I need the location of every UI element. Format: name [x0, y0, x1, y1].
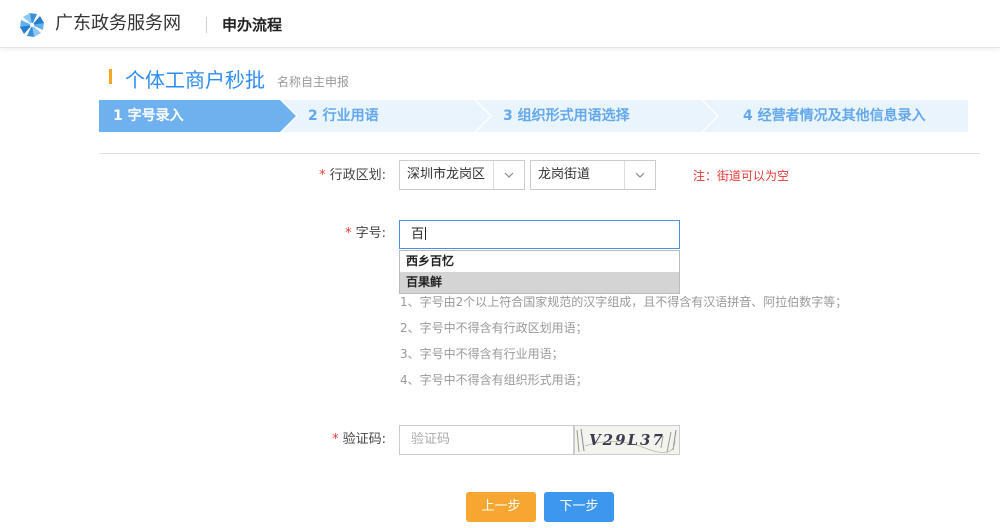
captcha-image[interactable]: V29L37: [574, 425, 680, 455]
rule-text: 3、字号中不得含有行业用语；: [400, 347, 564, 361]
pinwheel-logo-icon[interactable]: [18, 11, 46, 39]
district-select[interactable]: 深圳市龙岗区: [399, 160, 525, 190]
captcha-input[interactable]: 验证码: [399, 425, 574, 455]
header-section-title: 申办流程: [222, 16, 283, 34]
step-1-label: 1 字号录入: [113, 108, 184, 124]
captcha-label-text: 验证码:: [342, 432, 386, 447]
trade-name-label: * 字号:: [345, 226, 386, 242]
step-progress-bar: 1 字号录入 2 行业用语 3 组织形式用语选择 4 经营者情况及其他信息录入: [99, 100, 968, 132]
trade-name-label-text: 字号:: [355, 226, 386, 241]
trade-name-value: 百: [411, 227, 425, 242]
street-value: 龙岗街道: [538, 167, 591, 182]
rule-text: 2、字号中不得含有行政区划用语；: [400, 321, 588, 335]
top-header: 广东政务服务网 申办流程: [0, 0, 1000, 48]
required-mark: *: [345, 226, 352, 241]
autocomplete-dropdown: 西乡百忆 百果鲜: [399, 250, 680, 294]
district-dropdown-toggle[interactable]: [493, 161, 524, 189]
chevron-down-icon: [504, 172, 514, 178]
next-step-button[interactable]: 下一步: [544, 492, 614, 522]
previous-step-button[interactable]: 上一步: [466, 492, 536, 522]
step-2-label: 2 行业用语: [308, 108, 379, 124]
street-select[interactable]: 龙岗街道: [530, 160, 656, 190]
region-label-text: 行政区划:: [329, 168, 386, 183]
chevron-down-icon: [635, 172, 645, 178]
rule-text: 4、字号中不得含有组织形式用语；: [400, 373, 588, 387]
site-name[interactable]: 广东政务服务网: [55, 12, 181, 36]
page-subtitle: 名称自主申报: [277, 75, 350, 89]
district-value: 深圳市龙岗区: [407, 167, 486, 182]
captcha-label: * 验证码:: [332, 432, 386, 448]
step-3-label: 3 组织形式用语选择: [503, 108, 630, 124]
autocomplete-option[interactable]: 西乡百忆: [400, 251, 679, 272]
page-title: 个体工商户秒批: [125, 68, 265, 92]
street-dropdown-toggle[interactable]: [624, 161, 655, 189]
street-optional-note: 注：街道可以为空: [693, 169, 790, 183]
rule-text: 1、字号由2个以上符合国家规范的汉字组成，且不得含有汉语拼音、阿拉伯数字等；: [400, 295, 848, 309]
text-caret: [425, 227, 427, 240]
required-mark: *: [332, 432, 339, 447]
required-mark: *: [319, 168, 326, 183]
section-divider: [99, 153, 980, 154]
captcha-image-text: V29L37: [589, 431, 665, 449]
region-label: * 行政区划:: [319, 168, 386, 184]
autocomplete-option-highlighted[interactable]: 百果鲜: [400, 272, 679, 293]
trade-name-input[interactable]: 百: [399, 220, 680, 249]
step-4-label: 4 经营者情况及其他信息录入: [743, 108, 926, 124]
captcha-placeholder: 验证码: [411, 432, 451, 447]
header-divider: [206, 17, 207, 33]
title-accent-bar: [109, 69, 112, 84]
